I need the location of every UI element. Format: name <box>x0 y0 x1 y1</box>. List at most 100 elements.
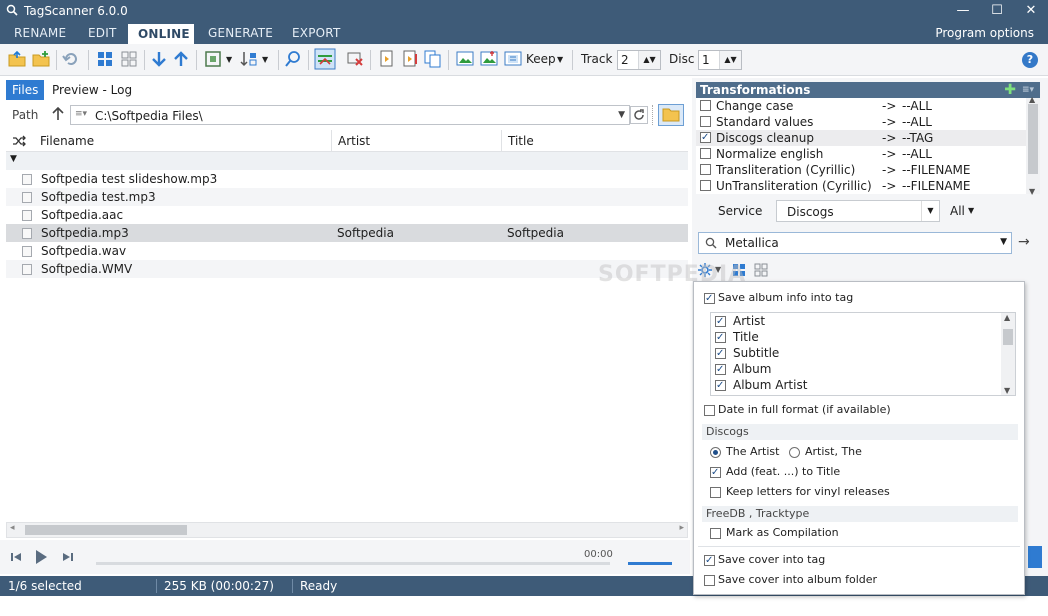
table-row[interactable]: Softpedia.WMV <box>6 260 688 278</box>
transformation-checkbox[interactable] <box>700 116 711 127</box>
transformation-item[interactable]: UnTransliteration (Cyrillic) -> --FILENA… <box>696 178 1026 194</box>
transformation-item[interactable]: Standard values -> --ALL <box>696 114 1026 130</box>
sort-icon[interactable] <box>240 50 258 68</box>
apply-button-edge[interactable] <box>1028 546 1042 568</box>
collapse-triangle-icon[interactable]: ▼ <box>10 154 17 164</box>
shuffle-icon[interactable] <box>12 135 26 147</box>
undo-icon[interactable] <box>62 50 80 68</box>
scroll-up-icon[interactable]: ▲ <box>1029 95 1035 104</box>
column-filename[interactable]: Filename <box>34 130 332 152</box>
column-title[interactable]: Title <box>502 130 688 152</box>
service-select[interactable]: Discogs ▼ <box>776 200 940 222</box>
help-icon[interactable]: ? <box>1022 52 1038 68</box>
track-stepper-arrows-icon[interactable]: ▲▼ <box>638 51 660 69</box>
folder-tree-toggle-icon[interactable] <box>658 104 684 126</box>
scroll-thumb[interactable] <box>25 525 187 535</box>
search-input[interactable]: Metallica ▼ <box>698 232 1012 254</box>
scroll-left-icon[interactable]: ◂ <box>10 523 15 533</box>
transformation-item[interactable]: Change case -> --ALL <box>696 98 1026 114</box>
group-row[interactable]: ▼ <box>6 152 688 170</box>
add-feat-checkbox[interactable] <box>710 465 721 481</box>
add-folder-icon[interactable] <box>32 50 50 68</box>
copy-tags-icon[interactable] <box>424 50 442 68</box>
transformation-checkbox[interactable] <box>700 148 711 159</box>
track-stepper[interactable]: 2 ▲▼ <box>617 50 661 70</box>
scroll-thumb[interactable] <box>1003 329 1013 345</box>
keep-letters-checkbox[interactable] <box>710 487 721 498</box>
service-filter[interactable]: All <box>950 204 965 218</box>
up-arrow-icon[interactable] <box>52 107 64 121</box>
minimize-button[interactable]: — <box>946 0 980 22</box>
menu-rename[interactable]: RENAME <box>4 22 76 44</box>
go-arrow-icon[interactable]: → <box>1018 234 1030 250</box>
export-cover-icon[interactable] <box>480 50 498 68</box>
field-checkbox[interactable] <box>715 378 726 394</box>
the-artist-radio[interactable] <box>710 447 721 458</box>
add-transformation-icon[interactable]: ✚ <box>1004 82 1016 98</box>
sort-dropdown-icon[interactable]: ▼ <box>262 55 268 64</box>
service-filter-dropdown-icon[interactable]: ▼ <box>968 206 974 215</box>
disc-stepper[interactable]: 1 ▲▼ <box>698 50 742 70</box>
volume-slider[interactable] <box>628 562 672 565</box>
scroll-up-icon[interactable]: ▲ <box>1004 313 1010 322</box>
field-checkbox[interactable] <box>715 346 726 362</box>
tab-files[interactable]: Files <box>6 80 45 100</box>
menu-generate[interactable]: GENERATE <box>198 22 283 44</box>
scroll-down-icon[interactable]: ▼ <box>1004 386 1010 395</box>
horizontal-scrollbar[interactable]: ◂ ▸ <box>6 522 688 538</box>
date-full-checkbox[interactable] <box>704 405 715 416</box>
search-dropdown-icon[interactable]: ▼ <box>1000 237 1007 247</box>
seek-bar[interactable] <box>96 562 610 565</box>
frame-select-icon[interactable] <box>204 50 222 68</box>
field-checkbox[interactable] <box>715 330 726 346</box>
menu-edit[interactable]: EDIT <box>78 22 127 44</box>
table-row[interactable]: Softpedia test slideshow.mp3 <box>6 170 688 188</box>
next-track-icon[interactable] <box>62 551 74 563</box>
transformation-item[interactable]: Normalize english -> --ALL <box>696 146 1026 162</box>
menu-online[interactable]: ONLINE <box>128 22 194 44</box>
mark-compilation-checkbox[interactable] <box>710 528 721 539</box>
transformation-checkbox[interactable] <box>700 100 711 111</box>
apply-selected-icon[interactable] <box>378 50 396 68</box>
transformation-item[interactable]: Discogs cleanup -> --TAG <box>696 130 1026 146</box>
maximize-button[interactable]: ☐ <box>980 0 1014 22</box>
open-folder-icon[interactable] <box>8 50 26 68</box>
table-row[interactable]: Softpedia.aac <box>6 206 688 224</box>
select-none-grid-icon[interactable] <box>120 50 138 68</box>
previous-track-icon[interactable] <box>10 551 22 563</box>
field-list-scrollbar[interactable]: ▲ ▼ <box>1001 313 1015 395</box>
scroll-right-icon[interactable]: ▸ <box>679 523 684 533</box>
grid-empty-icon[interactable] <box>754 263 768 277</box>
keep-dropdown-arrow-icon[interactable]: ▼ <box>557 55 563 64</box>
column-artist[interactable]: Artist <box>332 130 502 152</box>
field-checkbox[interactable] <box>715 314 726 330</box>
table-row[interactable]: Softpedia.wav <box>6 242 688 260</box>
transformation-checkbox[interactable] <box>700 180 711 191</box>
move-up-icon[interactable] <box>172 50 190 68</box>
tab-preview-log[interactable]: Preview - Log <box>46 80 138 100</box>
clear-results-icon[interactable] <box>346 50 364 68</box>
transformation-checkbox-checked[interactable] <box>700 130 711 146</box>
table-row-selected[interactable]: Softpedia.mp3 Softpedia Softpedia <box>6 224 688 242</box>
keep-dropdown[interactable]: Keep <box>526 52 556 66</box>
play-icon[interactable] <box>34 549 48 565</box>
menu-export[interactable]: EXPORT <box>282 22 350 44</box>
online-lookup-icon[interactable] <box>314 48 336 70</box>
service-dropdown-icon[interactable]: ▼ <box>921 201 939 221</box>
remove-cover-icon[interactable] <box>504 50 522 68</box>
disc-stepper-arrows-icon[interactable]: ▲▼ <box>719 51 741 69</box>
save-cover-checkbox[interactable] <box>704 553 715 569</box>
import-cover-icon[interactable] <box>456 50 474 68</box>
frame-dropdown-icon[interactable]: ▼ <box>226 55 232 64</box>
path-history-icon[interactable]: ≡▾ <box>75 109 87 119</box>
select-all-grid-icon[interactable] <box>96 50 114 68</box>
apply-all-icon[interactable] <box>402 50 420 68</box>
save-cover-folder-checkbox[interactable] <box>704 575 715 586</box>
transformation-checkbox[interactable] <box>700 164 711 175</box>
scroll-down-icon[interactable]: ▼ <box>1029 187 1035 196</box>
table-row[interactable]: Softpedia test.mp3 <box>6 188 688 206</box>
refresh-icon[interactable] <box>630 106 648 124</box>
close-button[interactable]: ✕ <box>1014 0 1048 22</box>
save-album-info-checkbox[interactable] <box>704 291 715 307</box>
path-input[interactable]: ≡▾ C:\Softpedia Files\ ▼ <box>70 105 630 125</box>
